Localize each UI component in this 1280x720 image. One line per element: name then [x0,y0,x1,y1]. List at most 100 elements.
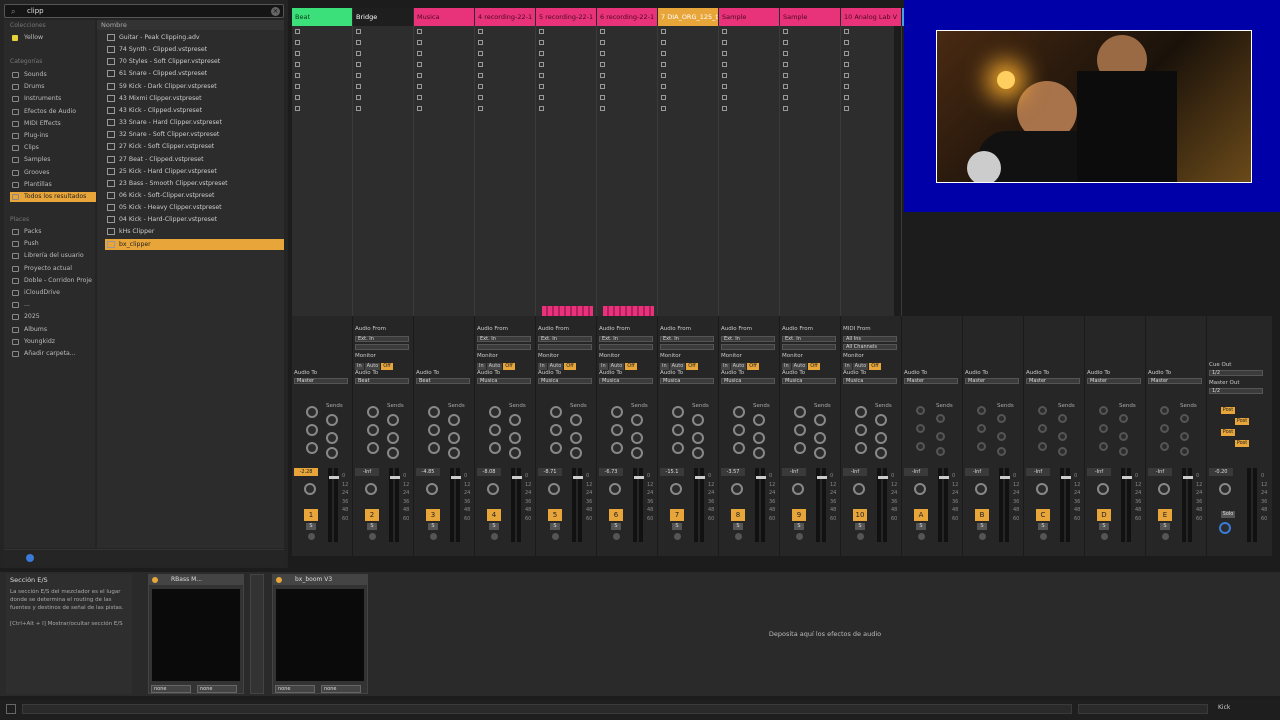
volume-fader[interactable] [329,476,339,479]
clip-slot-stop-button[interactable] [844,40,849,45]
sidebar-item-category[interactable]: Efectos de Audio [10,107,96,117]
send-knob[interactable] [692,447,704,459]
monitor-off-button[interactable]: Off [503,363,515,370]
master-routing-select[interactable]: 1/2 [1209,370,1263,376]
send-knob[interactable] [631,447,643,459]
file-item[interactable]: 06 Kick - Soft-Clipper.vstpreset [105,190,284,201]
clip-slot-stop-button[interactable] [417,95,422,100]
send-knob[interactable] [814,414,826,426]
send-knob[interactable] [753,447,765,459]
volume-readout[interactable]: -8.08 [477,468,501,476]
arm-button[interactable] [979,533,986,540]
clip-slot-stop-button[interactable] [356,29,361,34]
solo-button[interactable]: S [855,523,865,530]
arm-button[interactable] [1101,533,1108,540]
sidebar-item-category[interactable]: Drums [10,82,96,92]
clip-slot-stop-button[interactable] [417,84,422,89]
clip-slot-stop-button[interactable] [783,51,788,56]
clip-slot-stop-button[interactable] [295,29,300,34]
volume-fader[interactable] [695,476,705,479]
volume-fader[interactable] [1000,476,1010,479]
arm-button[interactable] [430,533,437,540]
file-item[interactable]: kHs Clipper [105,226,284,237]
sidebar-item-place[interactable]: 2025 [10,312,96,322]
send-knob[interactable] [489,406,501,418]
send-knob[interactable] [977,442,986,451]
clip-slot-stop-button[interactable] [783,40,788,45]
track-activator-button[interactable]: 8 [731,509,745,521]
output-routing-select[interactable]: Musica [782,378,836,384]
monitor-in-button[interactable]: In [599,363,608,370]
solo-button[interactable]: S [1160,523,1170,530]
sidebar-item-category[interactable]: MIDI Effects [10,119,96,129]
send-knob[interactable] [509,447,521,459]
file-item[interactable]: 43 Mixmi Clipper.vstpreset [105,93,284,104]
monitor-off-button[interactable]: Off [869,363,881,370]
clip-slot-stop-button[interactable] [295,73,300,78]
monitor-in-button[interactable]: In [660,363,669,370]
clip-slot-stop-button[interactable] [844,62,849,67]
clip-slot-stop-button[interactable] [722,62,727,67]
input-source-select[interactable]: All Ins [843,336,897,342]
monitor-auto-button[interactable]: Auto [791,363,808,370]
clip-slot-stop-button[interactable] [478,84,483,89]
clip-slot-stop-button[interactable] [478,62,483,67]
send-knob[interactable] [997,432,1006,441]
clip-slot-stop-button[interactable] [722,73,727,78]
send-knob[interactable] [489,424,501,436]
solo-button[interactable]: S [977,523,987,530]
search-input[interactable]: ⌕ clipp × [4,4,284,18]
clip-slot-stop-button[interactable] [722,51,727,56]
send-knob[interactable] [570,432,582,444]
send-knob[interactable] [692,414,704,426]
output-routing-select[interactable]: Musica [660,378,714,384]
clip-slot-stop-button[interactable] [356,51,361,56]
sidechain-select-1[interactable]: none [151,685,191,693]
send-knob[interactable] [916,442,925,451]
send-knob[interactable] [570,447,582,459]
clip-slot-stop-button[interactable] [661,40,666,45]
pan-knob[interactable] [1158,483,1170,495]
send-knob[interactable] [875,432,887,444]
clip-slot-stop-button[interactable] [661,73,666,78]
send-knob[interactable] [448,414,460,426]
device-power-icon[interactable] [276,577,282,583]
solo-button[interactable]: S [1038,523,1048,530]
send-knob[interactable] [550,442,562,454]
send-knob[interactable] [428,406,440,418]
track-title[interactable]: Sample [719,8,779,26]
send-knob[interactable] [1038,406,1047,415]
file-item[interactable]: 32 Snare - Soft Clipper.vstpreset [105,129,284,140]
send-knob[interactable] [631,432,643,444]
send-knob[interactable] [367,424,379,436]
clip-slot-stop-button[interactable] [539,84,544,89]
clip-slot-stop-button[interactable] [539,62,544,67]
track-activator-button[interactable]: 2 [365,509,379,521]
send-knob[interactable] [794,424,806,436]
clip-slot-stop-button[interactable] [783,106,788,111]
pan-knob[interactable] [975,483,987,495]
send-knob[interactable] [489,442,501,454]
sidebar-item-place[interactable]: Añadir carpeta... [10,349,96,359]
sidebar-item-place[interactable]: Doble - Corridon Proje [10,276,96,286]
clip-slot-stop-button[interactable] [356,106,361,111]
clip-slot-stop-button[interactable] [661,106,666,111]
send-knob[interactable] [875,414,887,426]
track-title[interactable]: Musica [414,8,474,26]
device-rbass[interactable]: RBass M... none none [148,574,244,694]
track-title[interactable]: Sample [780,8,840,26]
send-knob[interactable] [611,442,623,454]
clip-slot-stop-button[interactable] [417,51,422,56]
effects-drop-zone[interactable]: Deposita aquí los efectos de audio [380,574,1270,694]
clip-slot-stop-button[interactable] [417,62,422,67]
pan-knob[interactable] [487,483,499,495]
monitor-in-button[interactable]: In [782,363,791,370]
arm-button[interactable] [918,533,925,540]
output-routing-select[interactable]: Beat [355,378,409,384]
monitor-auto-button[interactable]: Auto [364,363,381,370]
clip-slot-stop-button[interactable] [539,51,544,56]
master-volume-readout[interactable]: -0.20 [1209,468,1233,476]
send-knob[interactable] [875,447,887,459]
file-item[interactable]: 70 Styles - Soft Clipper.vstpreset [105,56,284,67]
volume-fader[interactable] [573,476,583,479]
